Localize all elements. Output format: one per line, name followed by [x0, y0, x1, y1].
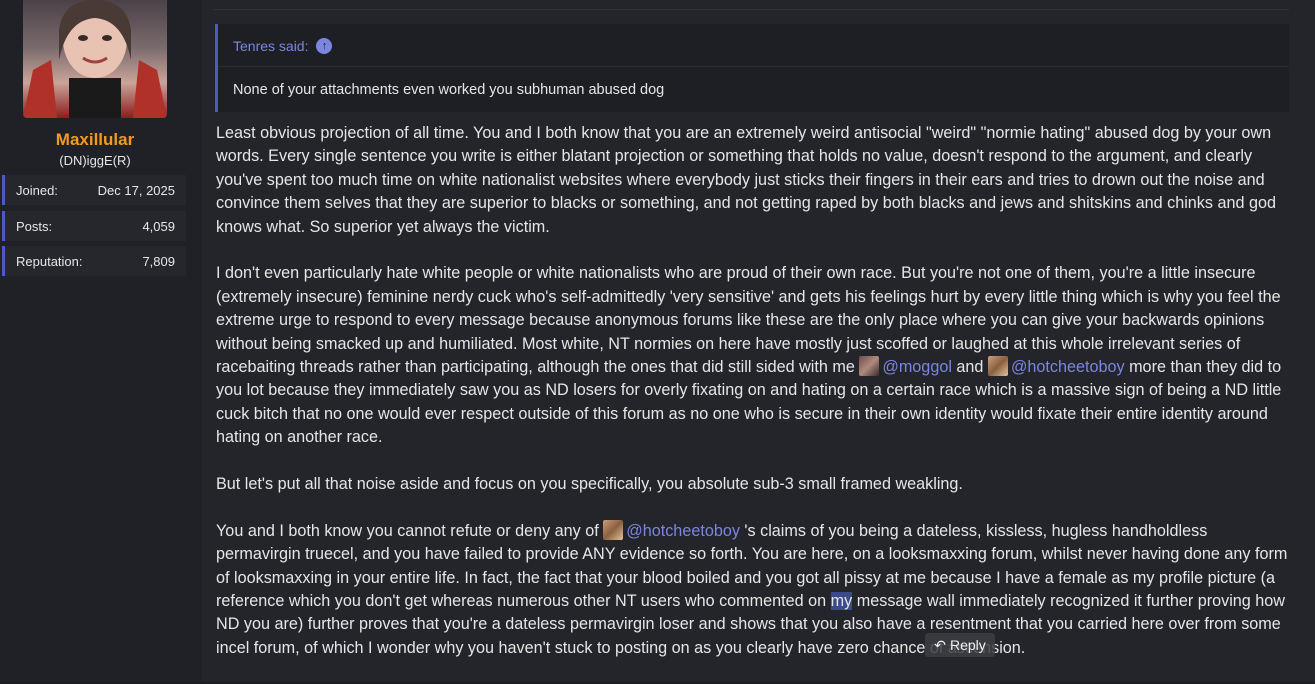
stat-joined: Joined: Dec 17, 2025 — [2, 175, 186, 205]
paragraph-text: You and I both know you cannot refute or… — [216, 521, 604, 540]
quote-header[interactable]: Tenres said: ↑ — [233, 38, 333, 54]
stat-posts: Posts: 4,059 — [2, 211, 186, 241]
arrow-up-icon[interactable]: ↑ — [316, 38, 333, 54]
stat-label: Posts: — [16, 218, 53, 234]
stat-value: 4,059 — [142, 218, 175, 234]
post-content: Least obvious projection of all time. Yo… — [216, 122, 1294, 684]
divider — [213, 9, 1289, 10]
paragraph-2: I don't even particularly hate white peo… — [216, 262, 1294, 449]
quote-block: Tenres said: ↑ None of your attachments … — [215, 24, 1289, 112]
mention-link[interactable]: @hotcheetoboy — [626, 522, 740, 540]
quote-divider — [218, 66, 1289, 67]
user-title: (DN)iggE(R) — [59, 153, 131, 168]
highlighted-text: my — [830, 592, 853, 611]
stat-label: Reputation: — [16, 253, 83, 269]
quote-author[interactable]: Tenres said: — [233, 38, 308, 54]
stat-label: Joined: — [16, 182, 58, 198]
reply-label: Reply — [949, 637, 986, 653]
mention-link[interactable]: @moggol — [882, 358, 952, 376]
user-sidebar: Maxillular (DN)iggE(R) Joined: Dec 17, 2… — [0, 0, 202, 682]
username[interactable]: Maxillular — [0, 130, 190, 150]
reply-icon: ↶ — [934, 636, 946, 653]
avatar[interactable] — [23, 0, 167, 118]
paragraph-3: But let's put all that noise aside and f… — [216, 475, 963, 494]
stat-reputation: Reputation: 7,809 — [2, 246, 186, 276]
stat-value: 7,809 — [142, 253, 175, 269]
mention-link[interactable]: @hotcheetoboy — [1011, 358, 1125, 376]
reply-button[interactable]: ↶ Reply — [925, 633, 995, 657]
mention-avatar — [859, 356, 880, 377]
quote-text: None of your attachments even worked you… — [233, 82, 665, 98]
paragraph-4: You and I both know you cannot refute or… — [216, 519, 1294, 660]
mention-avatar — [987, 356, 1008, 377]
mention-avatar — [603, 519, 624, 540]
paragraph-text: and — [951, 358, 988, 377]
paragraph-1: Least obvious projection of all time. Yo… — [216, 124, 1277, 236]
stat-value: Dec 17, 2025 — [97, 182, 175, 198]
